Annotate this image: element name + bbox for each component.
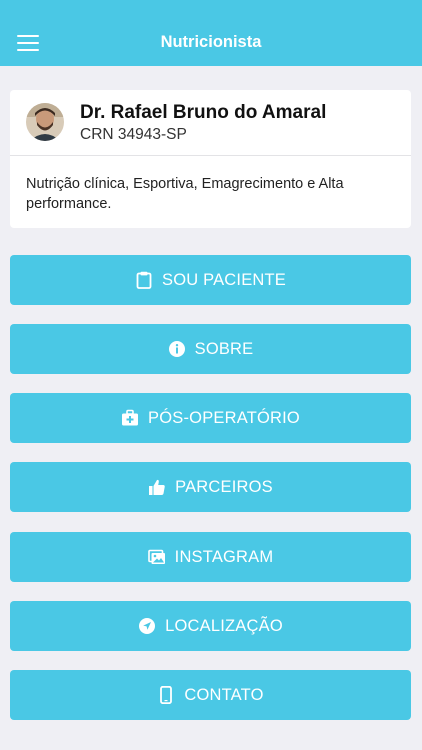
localizacao-label: LOCALIZAÇÃO <box>165 617 283 635</box>
images-icon <box>147 548 166 566</box>
sou-paciente-label: SOU PACIENTE <box>161 271 287 289</box>
sobre-button[interactable]: SOBRE <box>10 324 411 374</box>
navigation-arrow-icon <box>138 617 156 635</box>
doctor-crn: CRN 34943-SP <box>80 126 187 143</box>
page-title: Nutricionista <box>160 33 262 51</box>
avatar <box>26 103 64 141</box>
pos-operatorio-label: PÓS-OPERATÓRIO <box>148 409 300 427</box>
contato-button[interactable]: CONTATO <box>10 670 411 720</box>
parceiros-button[interactable]: PARCEIROS <box>10 462 411 512</box>
sou-paciente-button[interactable]: SOU PACIENTE <box>10 255 411 305</box>
instagram-label: INSTAGRAM <box>174 548 274 566</box>
thumbs-up-icon <box>148 478 166 496</box>
info-icon <box>168 340 186 358</box>
parceiros-label: PARCEIROS <box>175 478 273 496</box>
pos-operatorio-button[interactable]: PÓS-OPERATÓRIO <box>10 393 411 443</box>
localizacao-button[interactable]: LOCALIZAÇÃO <box>10 601 411 651</box>
contato-label: CONTATO <box>184 686 264 704</box>
medical-kit-icon <box>121 409 139 427</box>
mobile-phone-icon <box>157 685 175 705</box>
doctor-name: Dr. Rafael Bruno do Amaral <box>80 102 327 123</box>
instagram-button[interactable]: INSTAGRAM <box>10 532 411 582</box>
clipboard-icon <box>135 271 153 289</box>
sobre-label: SOBRE <box>194 340 254 358</box>
top-bar: Nutricionista <box>0 0 422 66</box>
profile-card: Dr. Rafael Bruno do Amaral CRN 34943-SP … <box>10 90 411 228</box>
doctor-specialties: Nutrição clínica, Esportiva, Emagrecimen… <box>26 176 344 212</box>
divider <box>10 155 411 156</box>
